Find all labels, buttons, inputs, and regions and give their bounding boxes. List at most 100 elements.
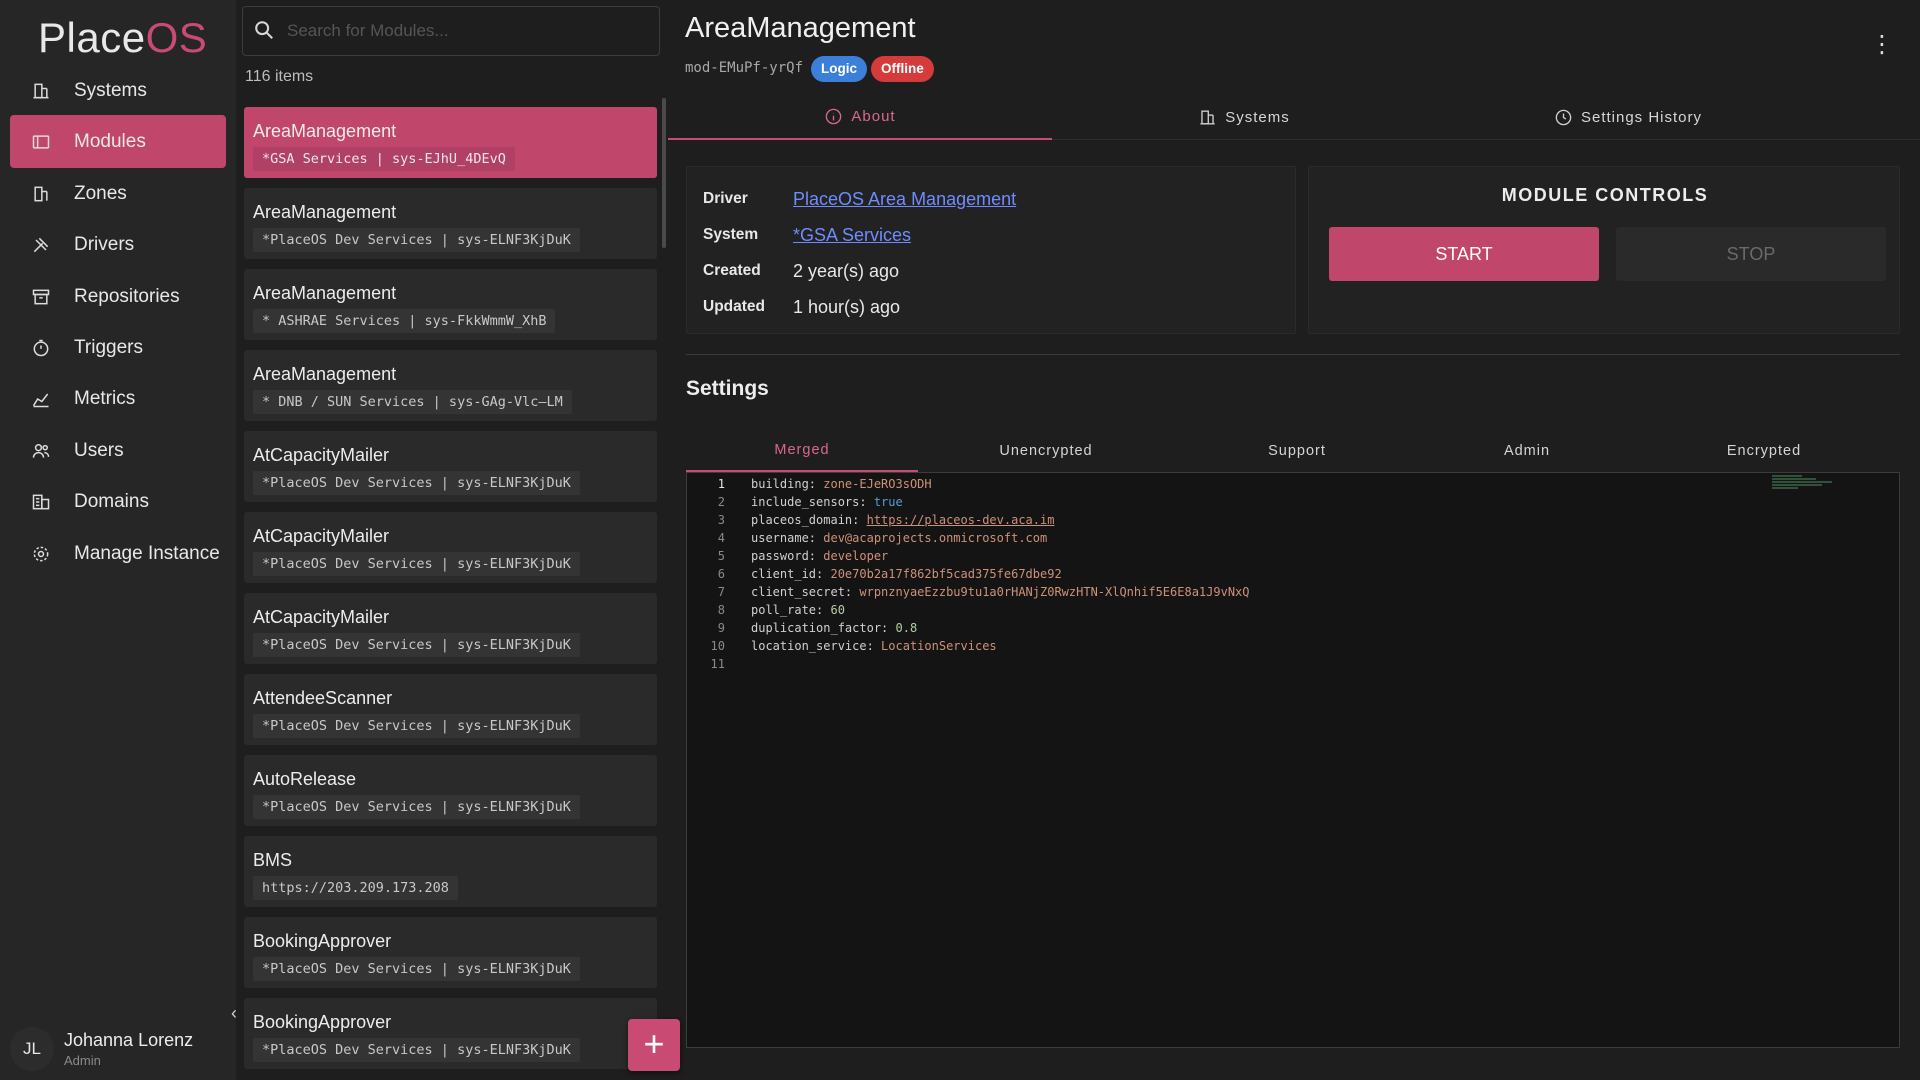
editor-line: 1 building: zone-EJeRO3sODH	[687, 475, 1787, 493]
placeos-logo[interactable]: PlaceOS	[38, 14, 207, 62]
module-system-tag: *PlaceOS Dev Services | sys-ELNF3KjDuK	[253, 471, 580, 495]
sidebar-item-users[interactable]: Users	[10, 424, 226, 477]
sidebar-item-zones[interactable]: Zones	[10, 167, 226, 220]
user-role: Admin	[64, 1053, 101, 1068]
code-content: client_id: 20e70b2a17f862bf5cad375fe67db…	[751, 567, 1062, 581]
sidebar-item-metrics[interactable]: Metrics	[10, 372, 226, 425]
logic-badge: Logic	[811, 56, 867, 82]
setting-key: include_sensors	[751, 495, 860, 509]
line-number: 5	[717, 549, 725, 563]
module-system-tag: *PlaceOS Dev Services | sys-ELNF3KjDuK	[253, 957, 580, 981]
code-content: building: zone-EJeRO3sODH	[751, 477, 932, 491]
list-item[interactable]: BookingApprover *PlaceOS Dev Services | s…	[244, 998, 657, 1069]
module-name: AreaManagement	[253, 283, 397, 303]
sidebar-item-triggers[interactable]: Triggers	[10, 321, 226, 374]
line-number: 6	[717, 567, 725, 581]
updated-value: 1 hour(s) ago	[793, 296, 901, 317]
start-button[interactable]: START	[1329, 227, 1599, 281]
editor-line: 3 placeos_domain: https://placeos-dev.aca…	[687, 511, 1787, 529]
module-system-tag: * DNB / SUN Services | sys-GAg-Vlc—LM	[253, 390, 572, 414]
sidebar: PlaceOS Systems Modules Zones Drivers Reposi…	[0, 0, 237, 1080]
tab-settings-history-label: Settings History	[1580, 108, 1703, 126]
sidebar-item-label: Manage Instance	[74, 542, 220, 564]
sidebar-item-systems[interactable]: Systems	[10, 64, 226, 117]
search-box[interactable]	[242, 6, 660, 56]
sidebar-item-repositories[interactable]: Repositories	[10, 270, 226, 323]
list-item[interactable]: AtCapacityMailer *PlaceOS Dev Services | …	[244, 512, 657, 583]
user-profile[interactable]: JL Johanna Lorenz Admin	[10, 1024, 226, 1074]
system-link[interactable]: *GSA Services	[793, 225, 911, 246]
sidebar-item-modules[interactable]: Modules	[10, 115, 226, 168]
list-item[interactable]: BookingApprover *PlaceOS Dev Services | s…	[244, 917, 657, 988]
tools-icon	[30, 234, 52, 256]
module-details: AreaManagement mod-EMuPf-yrQf Logic Offl…	[668, 0, 1920, 1080]
settings-tab-encrypted[interactable]: Encrypted	[1648, 430, 1880, 472]
module-name: AreaManagement	[253, 121, 397, 141]
list-item[interactable]: AtCapacityMailer *PlaceOS Dev Services | …	[244, 593, 657, 664]
editor-line: 6 client_id: 20e70b2a17f862bf5cad375fe67d…	[687, 565, 1787, 583]
more-options-icon[interactable]: ⋮	[1870, 30, 1894, 60]
line-number: 4	[717, 531, 725, 545]
list-item[interactable]: AtCapacityMailer *PlaceOS Dev Services | …	[244, 431, 657, 502]
module-name: BookingApprover	[253, 931, 392, 951]
editor-minimap[interactable]	[1772, 475, 1842, 497]
setting-key: building	[751, 477, 809, 491]
module-name: AreaManagement	[253, 202, 397, 222]
code-content: password: developer	[751, 549, 889, 563]
logo-text-place: Place	[38, 14, 146, 61]
driver-link[interactable]: PlaceOS Area Management	[793, 189, 1016, 210]
search-input[interactable]	[287, 21, 647, 41]
sidebar-item-manage-instance[interactable]: Manage Instance	[10, 527, 226, 580]
editor-line: 10 location_service: LocationServices	[687, 637, 1787, 655]
sidebar-item-domains[interactable]: Domains	[10, 475, 226, 528]
list-item[interactable]: BMS https://203.209.173.208	[244, 836, 657, 907]
stop-button[interactable]: STOP	[1616, 227, 1886, 281]
settings-tab-admin[interactable]: Admin	[1411, 430, 1643, 472]
list-item[interactable]: AreaManagement *GSA Services | sys-EJhU_4…	[244, 107, 657, 178]
setting-key: client_secret	[751, 585, 845, 599]
sidebar-item-label: Systems	[74, 79, 147, 101]
editor-line: 4 username: dev@acaprojects.onmicrosoft.c…	[687, 529, 1787, 547]
line-number: 2	[717, 495, 725, 509]
gear-icon	[30, 543, 52, 565]
line-number: 10	[710, 639, 725, 653]
line-number: 3	[717, 513, 725, 527]
list-item[interactable]: AreaManagement *PlaceOS Dev Services | sy…	[244, 188, 657, 259]
module-name: AreaManagement	[253, 364, 397, 384]
settings-editor[interactable]: 1 building: zone-EJeRO3sODH 2 include_senso…	[686, 472, 1900, 1048]
module-name: AtCapacityMailer	[253, 445, 390, 465]
setting-value: 20e70b2a17f862bf5cad375fe67dbe92	[830, 567, 1062, 581]
sidebar-item-drivers[interactable]: Drivers	[10, 218, 226, 271]
list-scrollbar[interactable]	[662, 98, 666, 248]
setting-value: 0.8	[895, 621, 918, 635]
tab-about[interactable]: About	[668, 94, 1052, 140]
setting-value[interactable]: https://placeos-dev.aca.im	[867, 513, 1055, 527]
list-item[interactable]: AreaManagement * ASHRAE Services | sys-Fk…	[244, 269, 657, 340]
user-name: Johanna Lorenz	[64, 1030, 194, 1050]
setting-key: username	[751, 531, 809, 545]
editor-line: 11	[687, 655, 1787, 673]
module-controls-panel: MODULE CONTROLS START STOP	[1308, 166, 1900, 334]
list-item[interactable]: AreaManagement * DNB / SUN Services | sys…	[244, 350, 657, 421]
updated-label: Updated	[703, 298, 765, 315]
editor-line: 5 password: developer	[687, 547, 1787, 565]
sidebar-item-label: Triggers	[74, 336, 143, 358]
avatar: JL	[10, 1027, 54, 1071]
building-icon	[1200, 109, 1215, 125]
list-item[interactable]: AutoRelease *PlaceOS Dev Services | sys-E…	[244, 755, 657, 826]
editor-line: 7 client_secret: wrpnznyaeEzzbu9tu1a0rHAN…	[687, 583, 1787, 601]
settings-tab-merged[interactable]: Merged	[686, 430, 918, 472]
logo-text-os: OS	[145, 14, 208, 61]
list-item[interactable]: AttendeeScanner *PlaceOS Dev Services | s…	[244, 674, 657, 745]
editor-line: 8 poll_rate: 60	[687, 601, 1787, 619]
tab-about-label: About	[851, 107, 896, 125]
setting-key: client_id	[751, 567, 817, 581]
tab-systems[interactable]: Systems	[1052, 94, 1436, 140]
setting-value: true	[873, 495, 903, 509]
module-name: AutoRelease	[253, 769, 357, 789]
settings-tab-unencrypted[interactable]: Unencrypted	[930, 430, 1162, 472]
item-count: 116 items	[245, 68, 314, 85]
module-system-tag: *PlaceOS Dev Services | sys-ELNF3KjDuK	[253, 1038, 580, 1062]
settings-tab-support[interactable]: Support	[1181, 430, 1413, 472]
tab-settings-history[interactable]: Settings History	[1436, 94, 1820, 140]
